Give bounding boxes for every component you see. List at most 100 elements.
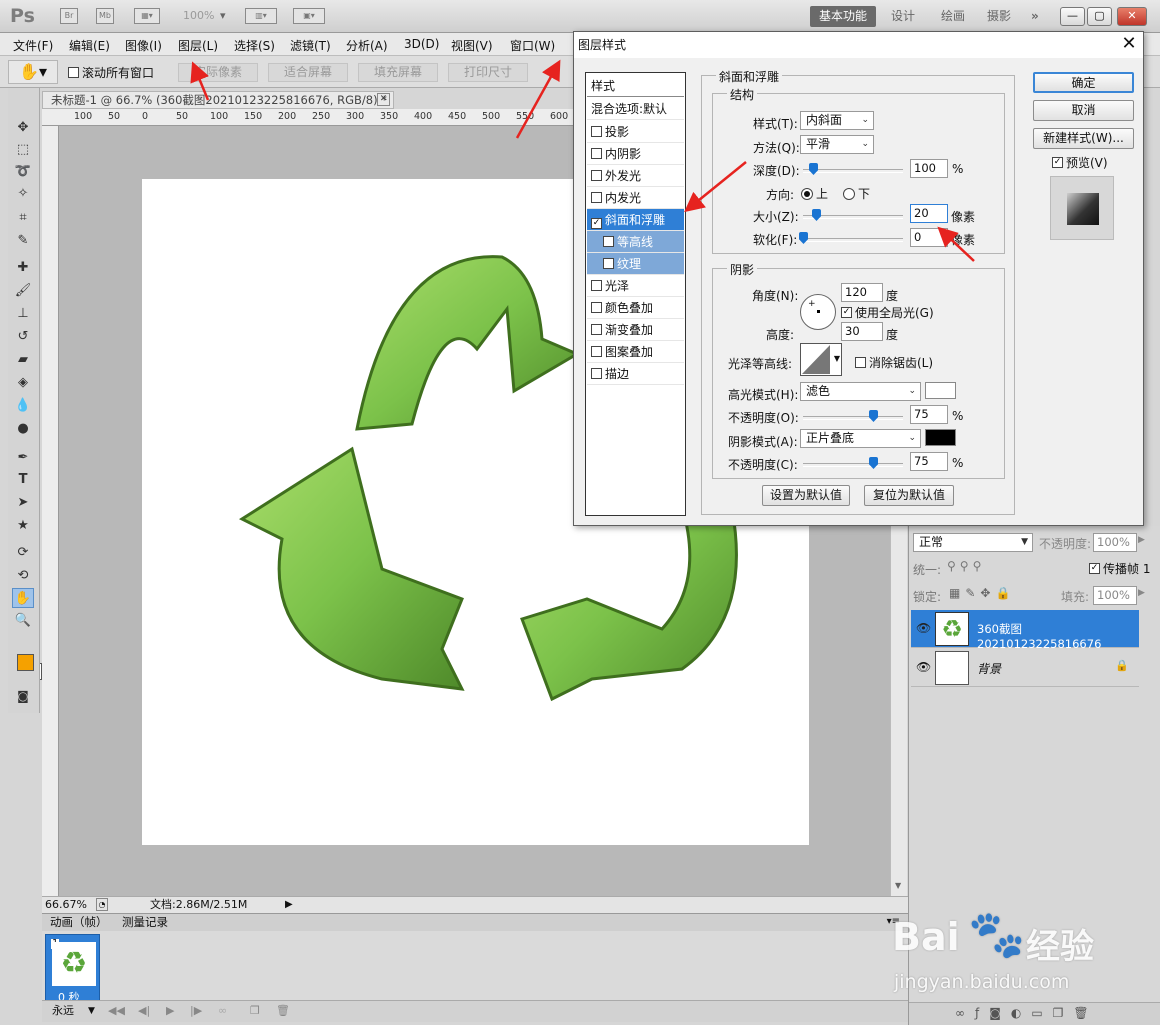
radio-up-icon[interactable]	[801, 187, 813, 200]
zoom-level[interactable]: 100%	[183, 9, 214, 22]
effect-checkbox[interactable]	[591, 324, 602, 335]
layer-row-selected[interactable]: 👁 ♻ 360截图20210123225816676	[911, 610, 1139, 651]
depth-slider-track[interactable]	[803, 169, 903, 173]
technique-select[interactable]: 平滑 ⌄	[800, 135, 874, 154]
healing-brush-tool-icon[interactable]: ✚	[12, 258, 34, 278]
tab-close-icon[interactable]: ✕	[377, 93, 390, 106]
frame-1[interactable]: 1 ♻ 0 秒	[45, 934, 100, 1004]
zoom-tool-icon[interactable]: 🔍	[12, 611, 34, 631]
effect-item[interactable]: 内发光	[587, 187, 684, 209]
styles-header[interactable]: 样式	[587, 75, 684, 97]
effect-item[interactable]: 光泽	[587, 275, 684, 297]
antialias-checkbox[interactable]: 消除锯齿(L)	[855, 354, 933, 371]
effect-item[interactable]: 内阴影	[587, 143, 684, 165]
effect-checkbox[interactable]	[603, 236, 614, 247]
marquee-tool-icon[interactable]: ⬚	[12, 140, 34, 160]
propagate-checkbox-box[interactable]: ✓	[1089, 563, 1100, 574]
effect-checkbox[interactable]	[591, 148, 602, 159]
soften-input[interactable]: 0	[910, 228, 948, 247]
menu-image[interactable]: 图像(I)	[125, 37, 162, 54]
global-light-checkbox-box[interactable]: ✓	[841, 307, 852, 318]
crop-tool-icon[interactable]: ⌗	[12, 208, 34, 228]
workspace-design[interactable]: 设计	[882, 6, 924, 27]
duplicate-frame-icon[interactable]: ❐	[250, 1001, 260, 1021]
quick-mask-icon[interactable]: ◙	[12, 686, 34, 706]
foreground-color-swatch[interactable]	[17, 654, 34, 671]
propagate-frame-checkbox[interactable]: ✓ 传播帧 1	[1089, 560, 1150, 577]
paint-bucket-tool-icon[interactable]: ◈	[12, 373, 34, 393]
layer-row-background[interactable]: 👁 背景 🔒	[911, 649, 1139, 687]
tab-measurement-log[interactable]: 测量记录	[122, 914, 168, 930]
layer-action-icons[interactable]: ∞ƒ◙◐▭❐🗑	[955, 1006, 1099, 1020]
menu-filter[interactable]: 滤镜(T)	[290, 37, 331, 54]
menu-layer[interactable]: 图层(L)	[178, 37, 218, 54]
clone-stamp-tool-icon[interactable]: ⊥	[12, 304, 34, 324]
ok-button[interactable]: 确定	[1033, 72, 1134, 93]
effect-checkbox[interactable]	[591, 302, 602, 313]
opacity-chevron-icon[interactable]: ▶	[1138, 535, 1145, 545]
tab-animation-frames[interactable]: 动画（帧）	[50, 914, 108, 930]
menu-analysis[interactable]: 分析(A)	[346, 37, 388, 54]
effect-checkbox[interactable]	[591, 280, 602, 291]
status-menu-icon[interactable]: ◔	[96, 898, 108, 911]
effect-checkbox[interactable]	[591, 346, 602, 357]
highlight-opacity-input[interactable]: 75	[910, 405, 948, 424]
dialog-close-icon[interactable]: ✕	[1118, 34, 1140, 56]
highlight-color-swatch[interactable]	[925, 382, 956, 399]
blur-tool-icon[interactable]: 💧	[12, 396, 34, 416]
effect-checkbox[interactable]	[591, 170, 602, 181]
effect-item[interactable]: 等高线	[587, 231, 684, 253]
workspace-painting[interactable]: 绘画	[932, 6, 974, 27]
workspace-essentials[interactable]: 基本功能	[810, 6, 877, 27]
blend-mode-select[interactable]: 正常 ▼	[913, 533, 1033, 552]
highlight-opacity-track[interactable]	[803, 416, 903, 420]
effect-checkbox[interactable]	[591, 368, 602, 379]
highlight-mode-select[interactable]: 滤色 ⌄	[800, 382, 921, 401]
loop-chevron-down-icon[interactable]: ▼	[88, 1001, 95, 1021]
bridge-button[interactable]: Br	[60, 8, 78, 24]
fill-screen-button[interactable]: 填充屏幕	[358, 63, 438, 82]
workspace-photography[interactable]: 摄影	[978, 6, 1020, 27]
blending-options-item[interactable]: 混合选项:默认	[587, 98, 684, 120]
soften-slider-track[interactable]	[803, 238, 903, 242]
direction-down-radio[interactable]: 下	[843, 185, 870, 202]
zoom-status[interactable]: 66.67%	[45, 897, 87, 913]
menu-view[interactable]: 视图(V)	[451, 37, 493, 54]
screen-mode-icon[interactable]: ▣▾	[293, 8, 325, 24]
shadow-opacity-track[interactable]	[803, 463, 903, 467]
effect-checkbox[interactable]	[603, 258, 614, 269]
zoom-chevron-down-icon[interactable]: ▾	[220, 9, 226, 22]
print-size-button[interactable]: 打印尺寸	[448, 63, 528, 82]
scroll-all-checkbox-box[interactable]	[68, 67, 79, 78]
eraser-tool-icon[interactable]: ▰	[12, 350, 34, 370]
first-frame-icon[interactable]: ◀◀	[108, 1001, 125, 1021]
loop-option[interactable]: 永远	[52, 1001, 74, 1021]
effect-item[interactable]: 纹理	[587, 253, 684, 275]
prev-frame-icon[interactable]: ◀|	[138, 1001, 150, 1021]
depth-input[interactable]: 100	[910, 159, 948, 178]
hand-tool-preset-icon[interactable]: ✋▾	[8, 60, 58, 84]
reset-default-button[interactable]: 复位为默认值	[864, 485, 954, 506]
effect-checkbox[interactable]	[591, 126, 602, 137]
direction-up-radio[interactable]: 上	[801, 185, 828, 202]
magic-wand-tool-icon[interactable]: ✧	[12, 184, 34, 204]
effect-item[interactable]: 外发光	[587, 165, 684, 187]
brush-tool-icon[interactable]: 🖌	[12, 281, 34, 301]
effect-item[interactable]: 图案叠加	[587, 341, 684, 363]
angle-dial[interactable]: +	[800, 294, 836, 330]
shadow-color-swatch[interactable]	[925, 429, 956, 446]
angle-input[interactable]: 120	[841, 283, 883, 302]
preview-checkbox[interactable]: ✓ 预览(V)	[1052, 154, 1108, 171]
layer-name[interactable]: 背景	[977, 660, 1001, 677]
arrange-documents-icon[interactable]: ▥▾	[245, 8, 277, 24]
scroll-down-icon[interactable]: ▼	[895, 881, 901, 890]
radio-down-icon[interactable]	[843, 187, 855, 200]
make-default-button[interactable]: 设置为默认值	[762, 485, 850, 506]
menu-window[interactable]: 窗口(W)	[510, 37, 555, 54]
delete-frame-icon[interactable]: 🗑	[276, 1001, 290, 1021]
opacity-input[interactable]: 100%	[1093, 533, 1137, 552]
effect-item[interactable]: ✓ 斜面和浮雕	[587, 209, 684, 231]
path-selection-tool-icon[interactable]: ➤	[12, 493, 34, 513]
effect-checkbox[interactable]: ✓	[591, 218, 602, 229]
antialias-checkbox-box[interactable]	[855, 357, 866, 368]
